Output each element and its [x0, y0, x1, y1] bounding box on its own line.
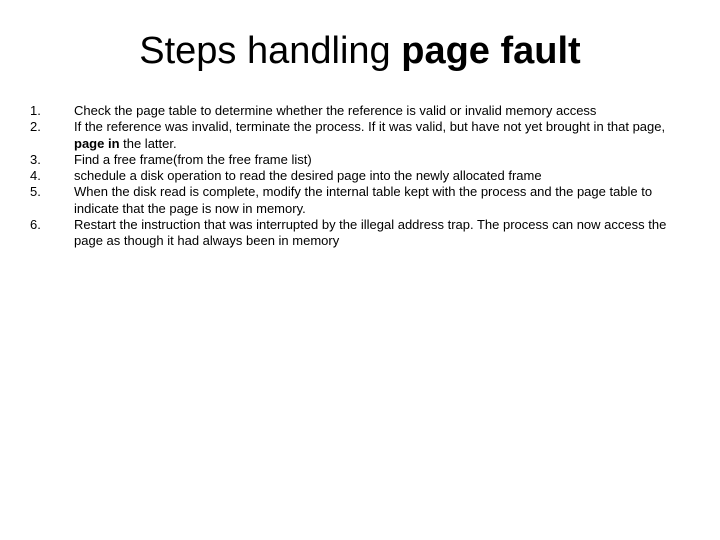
- item-text: Check the page table to determine whethe…: [74, 103, 690, 119]
- list-item: 5. When the disk read is complete, modif…: [30, 184, 690, 217]
- item-number: 5.: [30, 184, 74, 217]
- item-text: If the reference was invalid, terminate …: [74, 119, 690, 152]
- list-item: 3. Find a free frame(from the free frame…: [30, 152, 690, 168]
- item-text: When the disk read is complete, modify t…: [74, 184, 690, 217]
- item-number: 1.: [30, 103, 74, 119]
- item-text: Find a free frame(from the free frame li…: [74, 152, 690, 168]
- title-part1: Steps handling: [139, 30, 401, 72]
- steps-list: 1. Check the page table to determine whe…: [30, 103, 690, 249]
- list-item: 6. Restart the instruction that was inte…: [30, 217, 690, 250]
- list-item: 1. Check the page table to determine whe…: [30, 103, 690, 119]
- item-number: 6.: [30, 217, 74, 250]
- list-item: 4. schedule a disk operation to read the…: [30, 168, 690, 184]
- slide-title: Steps handling page fault: [30, 30, 690, 73]
- item-text-pre: If the reference was invalid, terminate …: [74, 119, 665, 134]
- item-number: 4.: [30, 168, 74, 184]
- item-text-post: the latter.: [120, 136, 177, 151]
- item-text: Restart the instruction that was interru…: [74, 217, 690, 250]
- list-item: 2. If the reference was invalid, termina…: [30, 119, 690, 152]
- item-text: schedule a disk operation to read the de…: [74, 168, 690, 184]
- item-text-bold: page in: [74, 136, 120, 151]
- title-part2: page fault: [401, 30, 580, 72]
- slide: Steps handling page fault 1. Check the p…: [0, 0, 720, 540]
- item-number: 3.: [30, 152, 74, 168]
- item-number: 2.: [30, 119, 74, 152]
